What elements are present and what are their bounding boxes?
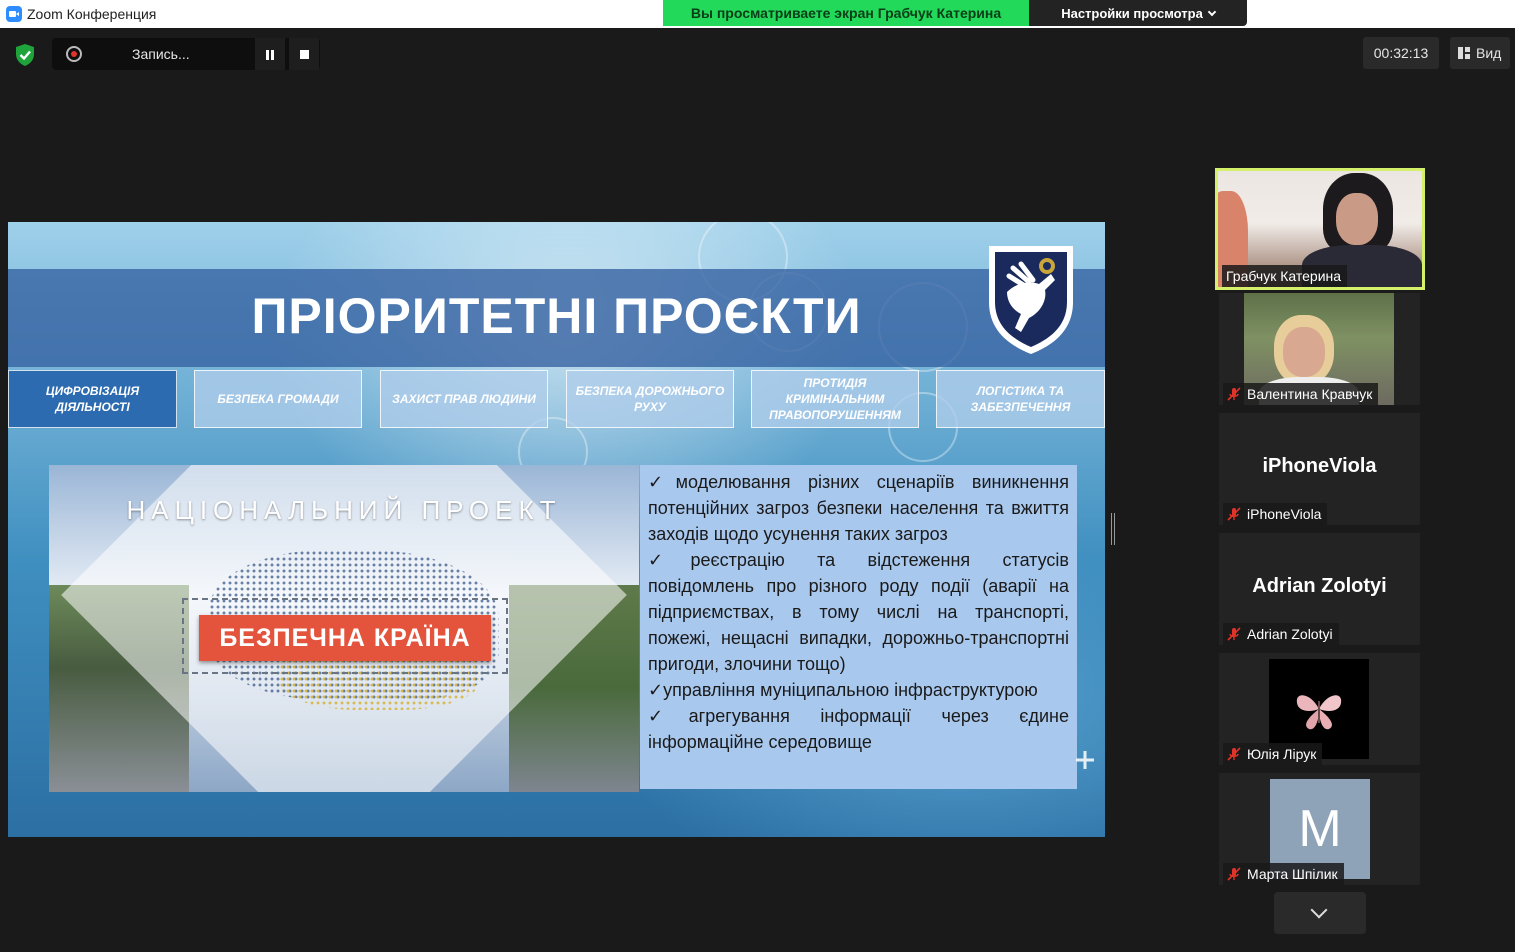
meeting-timer: 00:32:13 <box>1363 37 1439 69</box>
participant-name-tag: Adrian Zolotyi <box>1223 623 1339 645</box>
view-settings-label: Настройки просмотра <box>1061 6 1203 21</box>
panel-resize-handle[interactable] <box>1111 513 1115 545</box>
tab-digitalization: ЦИФРОВІЗАЦІЯ ДІЯЛЬНОСТІ <box>8 370 177 428</box>
view-label: Вид <box>1476 45 1502 61</box>
recording-label: Запись... <box>132 46 190 62</box>
tab-logistics: ЛОГІСТИКА ТА ЗАБЕЗПЕЧЕННЯ <box>936 370 1105 428</box>
view-layout-icon <box>1458 47 1470 59</box>
chevron-down-icon <box>1310 901 1328 919</box>
tab-road-safety: БЕЗПЕКА ДОРОЖНЬОГО РУХУ <box>566 370 734 428</box>
pause-recording-button[interactable] <box>255 38 285 70</box>
shared-screen-slide: ПРІОРИТЕТНІ ПРОЄКТИ ЦИФРОВІЗАЦІЯ ДІЯЛЬНО… <box>8 222 1105 837</box>
participant-tile[interactable]: iPhoneViola iPhoneViola <box>1219 413 1420 525</box>
bullet-item: ✓управління муніципальною інфраструктуро… <box>648 680 1038 700</box>
bullet-item: ✓моделювання різних сценаріїв виникнення… <box>648 472 1069 544</box>
tab-human-rights: ЗАХИСТ ПРАВ ЛЮДИНИ <box>380 370 548 428</box>
picture-heading: НАЦІОНАЛЬНИЙ ПРОЕКТ <box>126 495 562 525</box>
muted-mic-icon <box>1227 747 1241 761</box>
bullet-item: ✓реєстрацію та відстеження статусів пові… <box>648 550 1069 674</box>
window-title: Zoom Конференция <box>27 6 157 22</box>
slide-bullets: ✓моделювання різних сценаріїв виникнення… <box>640 465 1077 789</box>
participant-tile[interactable]: Валентина Кравчук <box>1219 293 1420 405</box>
participant-tile[interactable]: Юлія Лірук <box>1219 653 1420 765</box>
participant-name-tag: iPhoneViola <box>1223 503 1328 525</box>
national-project-picture: НАЦІОНАЛЬНИЙ ПРОЕКТ БЕЗПЕЧНА КРАЇНА <box>49 465 639 792</box>
chevron-down-icon <box>1207 7 1217 17</box>
slide-title: ПРІОРИТЕТНІ ПРОЄКТИ <box>251 288 862 344</box>
zoom-app-icon <box>6 6 22 22</box>
participant-name-tag: Марта Шпілик <box>1223 863 1344 885</box>
video-feed-face <box>1283 327 1325 377</box>
participant-name: Adrian Zolotyi <box>1247 626 1333 642</box>
plus-icon <box>1076 751 1094 769</box>
safe-country-badge: БЕЗПЕЧНА КРАЇНА <box>199 615 491 661</box>
security-shield-icon[interactable] <box>12 42 38 68</box>
muted-mic-icon <box>1227 507 1241 521</box>
video-feed-face <box>1336 193 1378 245</box>
view-button[interactable]: Вид <box>1450 37 1510 69</box>
participant-display-name: iPhoneViola <box>1262 455 1377 477</box>
participant-name: Валентина Кравчук <box>1247 386 1373 402</box>
participant-tile[interactable]: Adrian Zolotyi Adrian Zolotyi <box>1219 533 1420 645</box>
zoom-window: Zoom Конференция Вы просматриваете экран… <box>0 0 1515 952</box>
butterfly-icon <box>1296 695 1342 730</box>
muted-mic-icon <box>1227 387 1241 401</box>
participant-display-name: Adrian Zolotyi <box>1252 575 1387 597</box>
participant-name: Грабчук Катерина <box>1226 268 1342 284</box>
muted-mic-icon <box>1227 867 1241 881</box>
tab-crime-prevention: ПРОТИДІЯ КРИМІНАЛЬНИМ ПРАВОПОРУШЕННЯМ <box>751 370 919 428</box>
scroll-participants-down-button[interactable] <box>1274 892 1366 934</box>
participant-name-tag: Юлія Лірук <box>1223 743 1323 765</box>
participant-name-tag: Валентина Кравчук <box>1223 383 1379 405</box>
participant-name: Марта Шпілик <box>1247 866 1338 882</box>
police-emblem-icon <box>989 246 1073 354</box>
participant-tile-active-speaker[interactable]: Грабчук Катерина <box>1215 168 1425 290</box>
view-settings-button[interactable]: Настройки просмотра <box>1029 0 1247 26</box>
participant-name: Юлія Лірук <box>1247 746 1317 762</box>
muted-mic-icon <box>1227 627 1241 641</box>
participant-name: iPhoneViola <box>1247 506 1322 522</box>
screen-share-banner: Вы просматриваете экран Грабчук Катерина <box>663 0 1029 26</box>
tab-community-safety: БЕЗПЕКА ГРОМАДИ <box>194 370 362 428</box>
participant-name-tag: Грабчук Катерина <box>1222 265 1348 287</box>
participant-tile[interactable]: M Марта Шпілик <box>1219 773 1420 885</box>
bullet-item: ✓агрегування інформації через єдине інфо… <box>648 706 1069 752</box>
record-icon <box>66 46 82 62</box>
stop-recording-button[interactable] <box>289 38 319 70</box>
